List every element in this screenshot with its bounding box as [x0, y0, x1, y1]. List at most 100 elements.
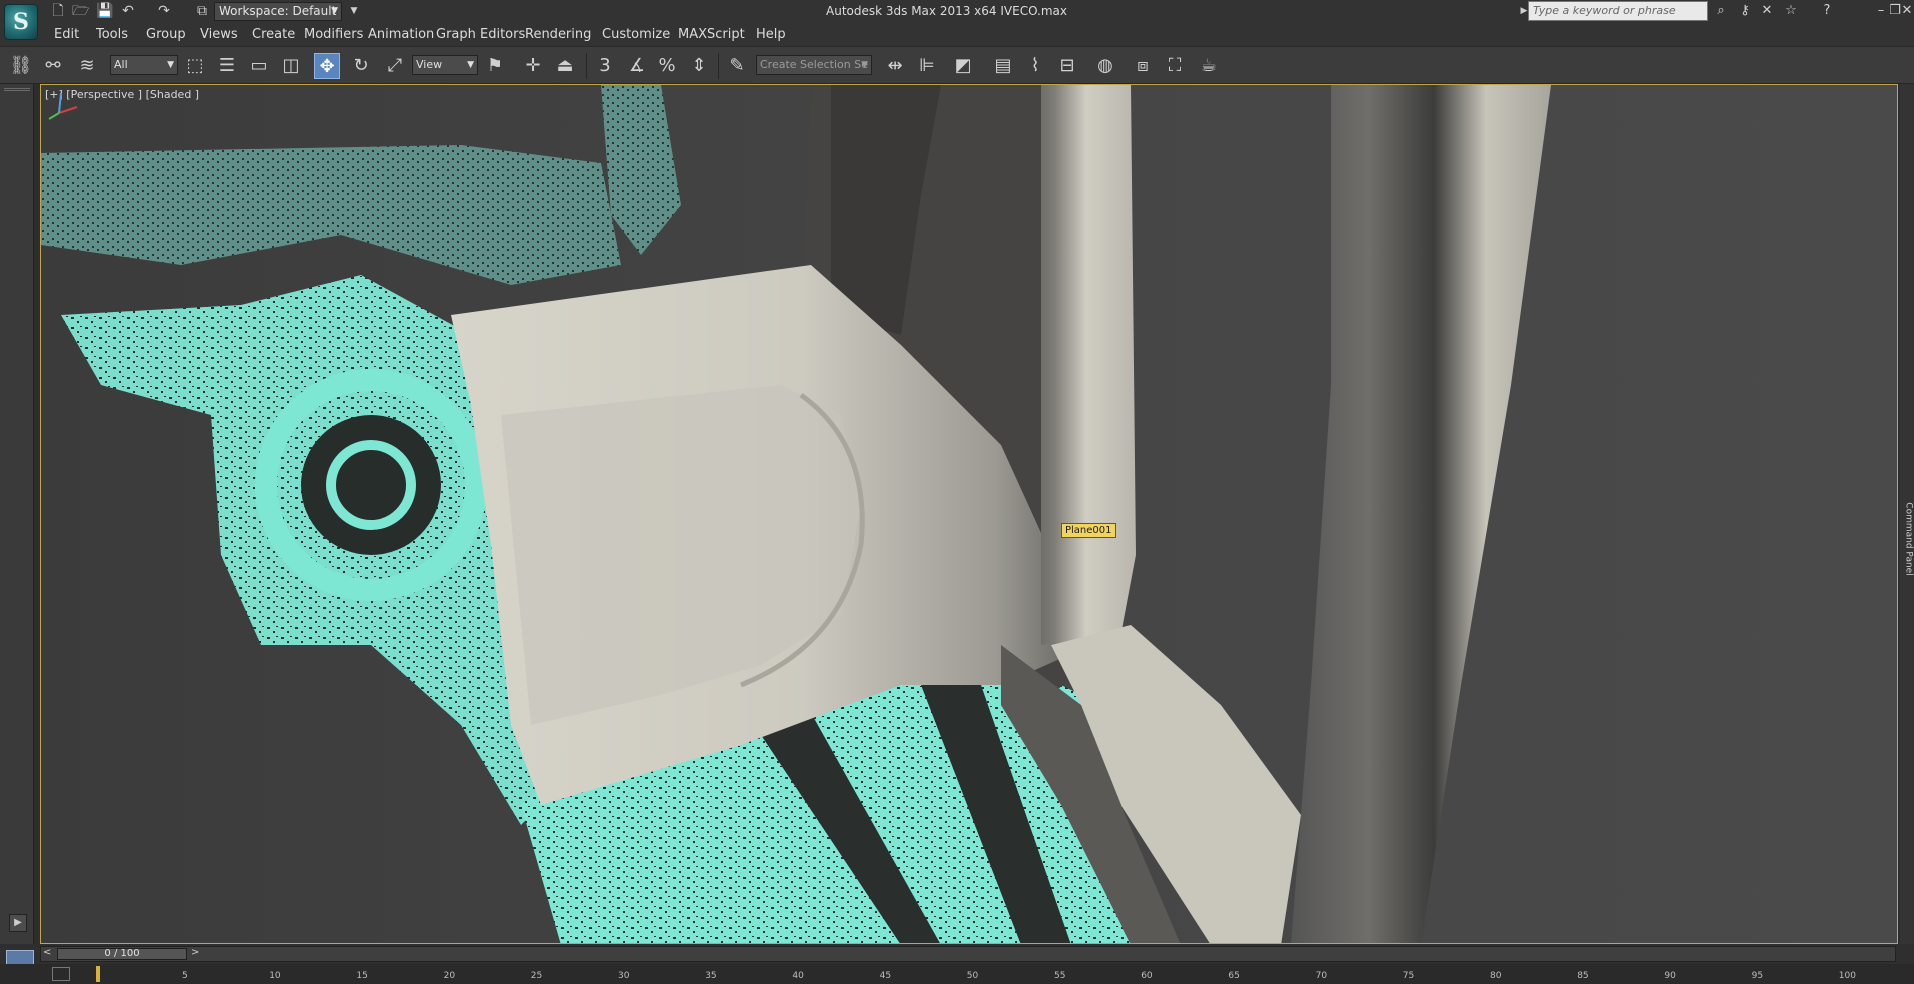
time-prev-button[interactable]: <	[43, 947, 51, 958]
toolbar-separator	[586, 53, 587, 79]
reference-coordinate-select[interactable]: View ▼	[412, 55, 478, 75]
menu-group[interactable]: Group	[146, 27, 186, 42]
tools-icon[interactable]: ✕	[1758, 3, 1776, 19]
menu-customize[interactable]: Customize	[602, 27, 670, 42]
select-and-scale-icon[interactable]: ⤢	[382, 53, 408, 79]
curve-editor-icon[interactable]: ⌇	[1022, 53, 1048, 79]
close-icon[interactable]: ✕	[1900, 3, 1914, 19]
redo-icon[interactable]: ↷	[156, 3, 172, 19]
time-slider-thumb[interactable]: 0 / 100	[57, 948, 187, 960]
object-name-tag: Plane001	[1061, 523, 1116, 538]
menu-animation[interactable]: Animation	[368, 27, 434, 42]
binoculars-icon[interactable]: ⌕	[1712, 3, 1730, 19]
spinner-snap-icon[interactable]: ⇕	[686, 53, 712, 79]
window-crossing-icon[interactable]: ◫	[278, 53, 304, 79]
menu-maxscript[interactable]: MAXScript	[678, 27, 745, 42]
snaps-toggle-label: 3	[599, 55, 611, 76]
keyboard-shortcut-override-icon[interactable]: ⏏	[552, 53, 578, 79]
toolbar-grip[interactable]	[4, 88, 30, 91]
ruler-tick-label: 100	[1838, 971, 1856, 981]
pivot-center-icon[interactable]: ⚑	[482, 53, 508, 79]
ruler-tick-label: 50	[966, 971, 979, 981]
app-logo-letter: S	[13, 9, 29, 35]
chevron-down-icon: ▼	[331, 6, 338, 16]
time-slider-track[interactable]: < 0 / 100 >	[40, 946, 1896, 962]
ruler-tick-label: 65	[1228, 971, 1240, 981]
ruler-tick-label: 60	[1141, 971, 1153, 981]
ruler-tick-label: 85	[1577, 971, 1589, 981]
menu-edit[interactable]: Edit	[54, 27, 79, 42]
chevron-down-icon: ▼	[861, 60, 868, 70]
bind-space-warp-icon[interactable]: ≋	[74, 53, 100, 79]
workspace-select[interactable]: Workspace: Default ▼	[214, 2, 342, 21]
material-editor-icon[interactable]: ◍	[1092, 53, 1118, 79]
menu-rendering[interactable]: Rendering	[525, 27, 591, 42]
time-next-button[interactable]: >	[191, 947, 199, 958]
app-logo-button[interactable]: S	[4, 4, 38, 40]
ruler-tick-label: 80	[1490, 971, 1502, 981]
ruler-tick-label: 15	[356, 971, 368, 981]
mirror-icon[interactable]: ⇹	[882, 53, 908, 79]
menu-tools[interactable]: Tools	[96, 27, 128, 42]
unlink-icon[interactable]: ⚯	[40, 53, 66, 79]
menu-views[interactable]: Views	[200, 27, 238, 42]
toolbar-separator	[718, 53, 719, 79]
selection-filter-select[interactable]: All ▼	[110, 55, 178, 75]
menu-help[interactable]: Help	[756, 27, 786, 42]
percent-snap-icon[interactable]: %	[654, 53, 680, 79]
key-icon[interactable]: ⚷	[1736, 3, 1754, 19]
far-pillar[interactable]	[1291, 85, 1551, 944]
edit-named-selection-icon[interactable]: ✎	[724, 53, 750, 79]
select-and-manipulate-icon[interactable]: ✛	[520, 53, 546, 79]
menu-graph-editors[interactable]: Graph Editors	[436, 27, 525, 42]
menu-create[interactable]: Create	[252, 27, 295, 42]
rendered-frame-window-icon[interactable]: ⛶	[1162, 53, 1188, 79]
select-and-link-icon[interactable]: ⛓	[8, 53, 34, 79]
expand-arrow-icon[interactable]: ▶	[9, 914, 27, 932]
ruler-tick-label: 45	[879, 971, 892, 981]
rectangular-selection-icon[interactable]: ▭	[246, 53, 272, 79]
command-panel-strip[interactable]: Command Panel	[1900, 84, 1914, 944]
align-icon[interactable]: ⊫	[914, 53, 940, 79]
project-folder-icon[interactable]: ⧉	[194, 3, 210, 19]
title-bar: S 🗋 🗁 💾 ↶ ↷ ⧉ Workspace: Default ▼ ▼ Aut…	[0, 0, 1914, 40]
select-and-rotate-icon[interactable]: ↻	[348, 53, 374, 79]
frame-ruler[interactable]: 5 10 15 20 25 30 35 40 45 50 55 60 65 70 75 80 85 90 95 100	[96, 964, 1914, 984]
snaps-toggle-icon[interactable]: 3	[592, 53, 618, 79]
render-production-icon[interactable]: ☕	[1196, 53, 1222, 79]
ruler-tick-label: 10	[269, 971, 281, 981]
menu-modifiers[interactable]: Modifiers	[304, 27, 363, 42]
scan-mesh-upper	[41, 145, 621, 285]
graphite-ribbon-icon[interactable]: ▤	[990, 53, 1016, 79]
save-icon[interactable]: 💾	[96, 3, 113, 19]
undo-icon[interactable]: ↶	[120, 3, 136, 19]
ruler-tick-label: 30	[618, 971, 630, 981]
select-and-move-icon[interactable]: ✥	[314, 53, 340, 79]
schematic-view-icon[interactable]: ⊟	[1054, 53, 1080, 79]
render-setup-icon[interactable]: ⧈	[1130, 53, 1156, 79]
ruler-tick-label: 90	[1664, 971, 1676, 981]
named-selection-value: Create Selection Se	[760, 58, 868, 71]
angle-snap-icon[interactable]: ∡	[624, 53, 650, 79]
left-strip: ▶	[0, 84, 34, 944]
star-icon[interactable]: ☆	[1782, 3, 1800, 19]
chevron-down-icon: ▼	[167, 60, 174, 70]
viewport-scene	[41, 85, 1551, 944]
quick-access-dropdown-icon[interactable]: ▼	[346, 3, 362, 19]
workspace-value: Workspace: Default	[219, 4, 337, 18]
selection-filter-value: All	[114, 58, 128, 71]
select-object-icon[interactable]: ⬚	[182, 53, 208, 79]
track-filter-icon[interactable]	[52, 967, 70, 981]
search-input[interactable]: Type a keyword or phrase	[1528, 1, 1708, 21]
perspective-viewport[interactable]: [+] [Perspective ] [Shaded ] Plane001	[40, 84, 1898, 944]
named-selection-set-input[interactable]: Create Selection Se ▼	[756, 55, 872, 75]
layer-manager-icon[interactable]: ◩	[950, 53, 976, 79]
new-file-icon[interactable]: 🗋	[50, 3, 66, 19]
ruler-tick-label: 35	[705, 971, 717, 981]
track-bar: 5 10 15 20 25 30 35 40 45 50 55 60 65 70 75 80 85 90 95 100	[0, 964, 1914, 984]
axis-tripod-icon	[48, 92, 78, 120]
open-folder-icon[interactable]: 🗁	[72, 3, 89, 19]
help-icon[interactable]: ?	[1818, 3, 1836, 19]
ruler-tick-label: 20	[443, 971, 456, 981]
select-by-name-icon[interactable]: ☰	[214, 53, 240, 79]
